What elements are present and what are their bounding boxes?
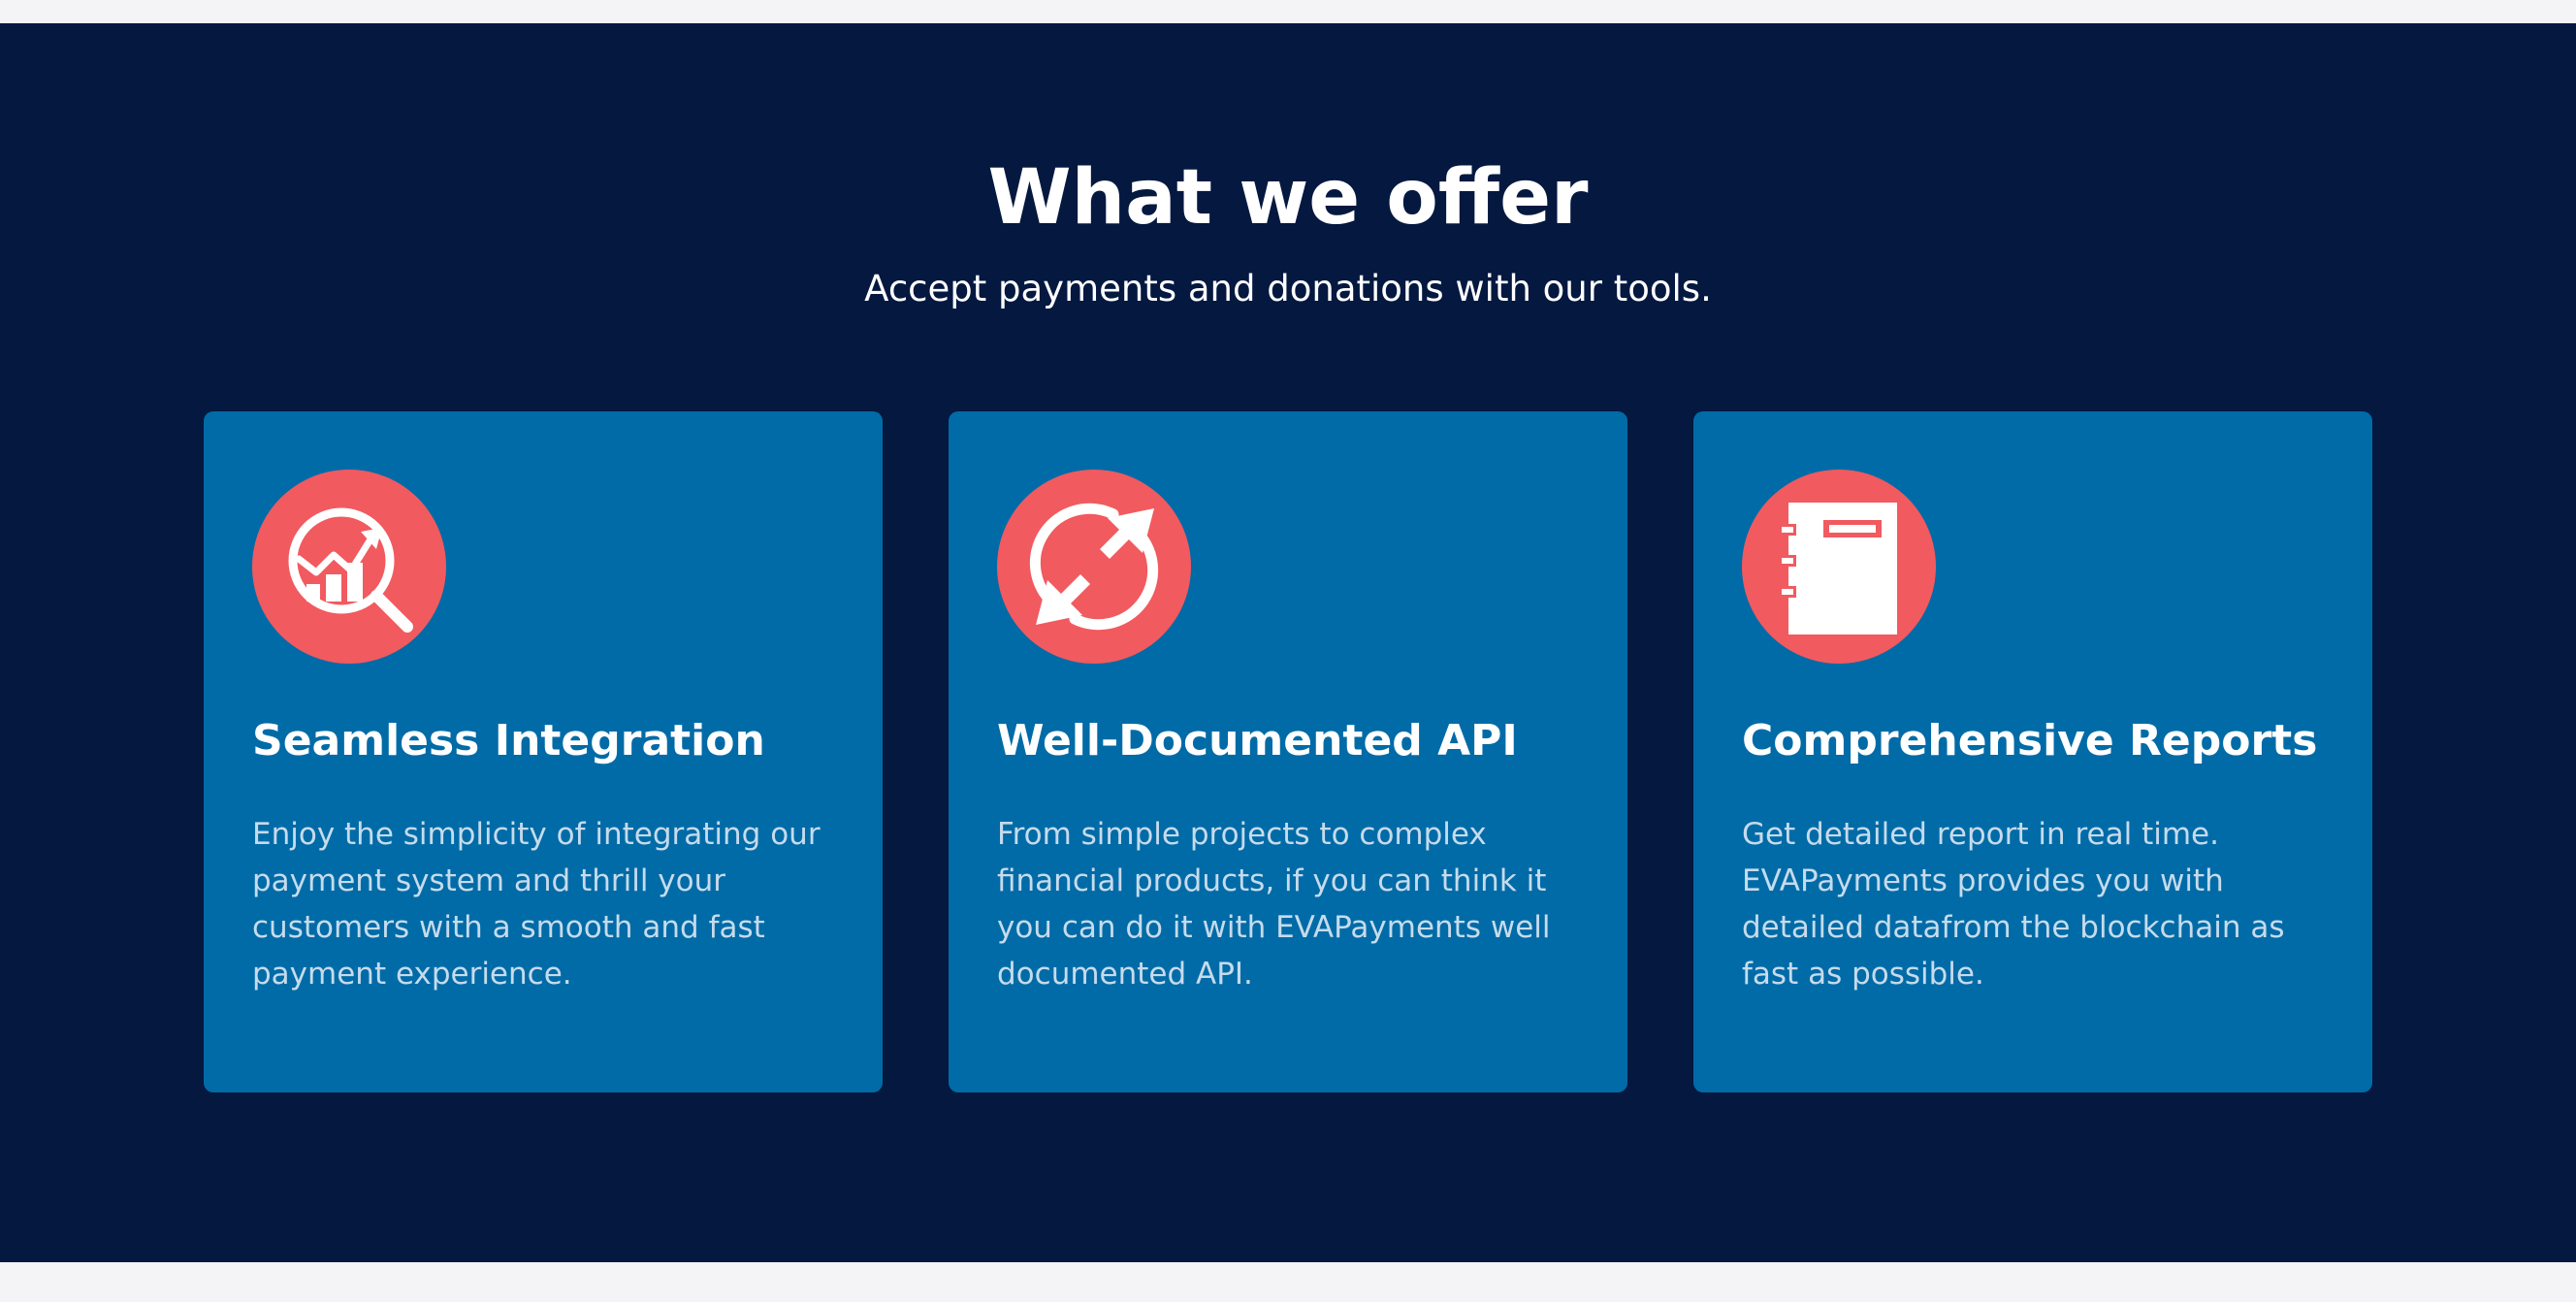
section-subtitle: Accept payments and donations with our t… xyxy=(864,268,1712,309)
card-description: Enjoy the simplicity of integrating our … xyxy=(252,817,821,992)
feature-card-comprehensive-reports: Comprehensive Reports Get detailed repor… xyxy=(1693,411,2372,1092)
card-description: From simple projects to complex financia… xyxy=(997,817,1551,992)
feature-card-seamless-integration: Seamless Integration Enjoy the simplicit… xyxy=(204,411,883,1092)
feature-card-well-documented-api: Well-Documented API From simple projects… xyxy=(949,411,1627,1092)
magnifier-chart-icon xyxy=(252,470,446,664)
top-page-strip xyxy=(0,0,2576,23)
notebook-icon xyxy=(1742,470,1936,664)
what-we-offer-section: What we offer Accept payments and donati… xyxy=(0,23,2576,1262)
section-title: What we offer xyxy=(987,154,1589,242)
sync-arrows-icon xyxy=(997,470,1191,664)
card-description: Get detailed report in real time. EVAPay… xyxy=(1742,817,2285,992)
card-title: Comprehensive Reports xyxy=(1742,716,2318,765)
card-title: Well-Documented API xyxy=(997,716,1518,765)
card-title: Seamless Integration xyxy=(252,716,765,765)
bottom-page-strip xyxy=(0,1262,2576,1302)
